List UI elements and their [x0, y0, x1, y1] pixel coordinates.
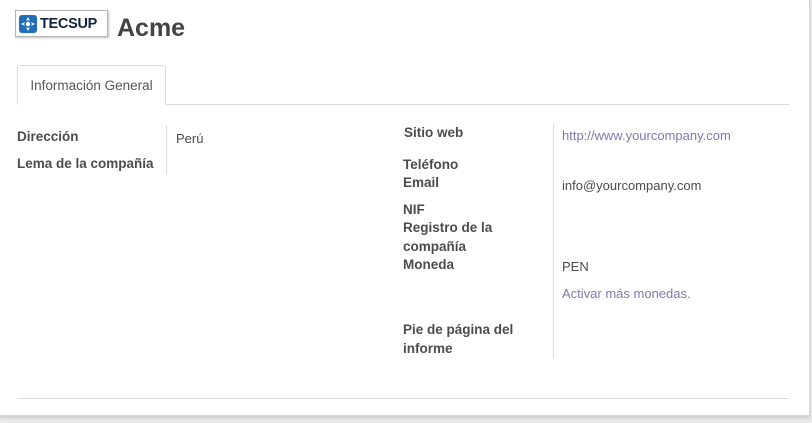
right-field-separator — [553, 124, 554, 358]
currency-label: Moneda — [403, 257, 455, 272]
address-value[interactable]: Perú — [176, 131, 203, 146]
email-value[interactable]: info@yourcompany.com — [562, 178, 701, 193]
currency-value[interactable]: PEN — [562, 259, 589, 274]
company-logo[interactable]: TECSUP — [15, 10, 108, 37]
website-link[interactable]: http://www.yourcompany.com — [562, 128, 731, 143]
report-footer-label: Pie de página del informe — [403, 322, 514, 356]
tecsup-logo-icon — [19, 14, 37, 33]
slogan-label: Lema de la compañía — [17, 156, 154, 171]
address-label: Dirección — [17, 129, 79, 144]
email-label: Email — [403, 175, 440, 190]
website-label: Sitio web — [404, 125, 464, 140]
form-bottom-divider — [17, 398, 789, 399]
activate-currencies-link[interactable]: Activar más monedas. — [562, 286, 691, 301]
company-form-sheet: TECSUP Acme Información General Direcció… — [0, 0, 810, 416]
vat-label: NIF — [403, 202, 425, 217]
tab-informacion-general[interactable]: Información General — [17, 65, 166, 105]
company-name[interactable]: Acme — [117, 14, 185, 43]
left-field-separator — [166, 125, 167, 174]
company-registry-label: Registro de la compañía — [403, 220, 493, 254]
phone-label: Teléfono — [403, 157, 459, 172]
logo-text: TECSUP — [40, 15, 98, 32]
